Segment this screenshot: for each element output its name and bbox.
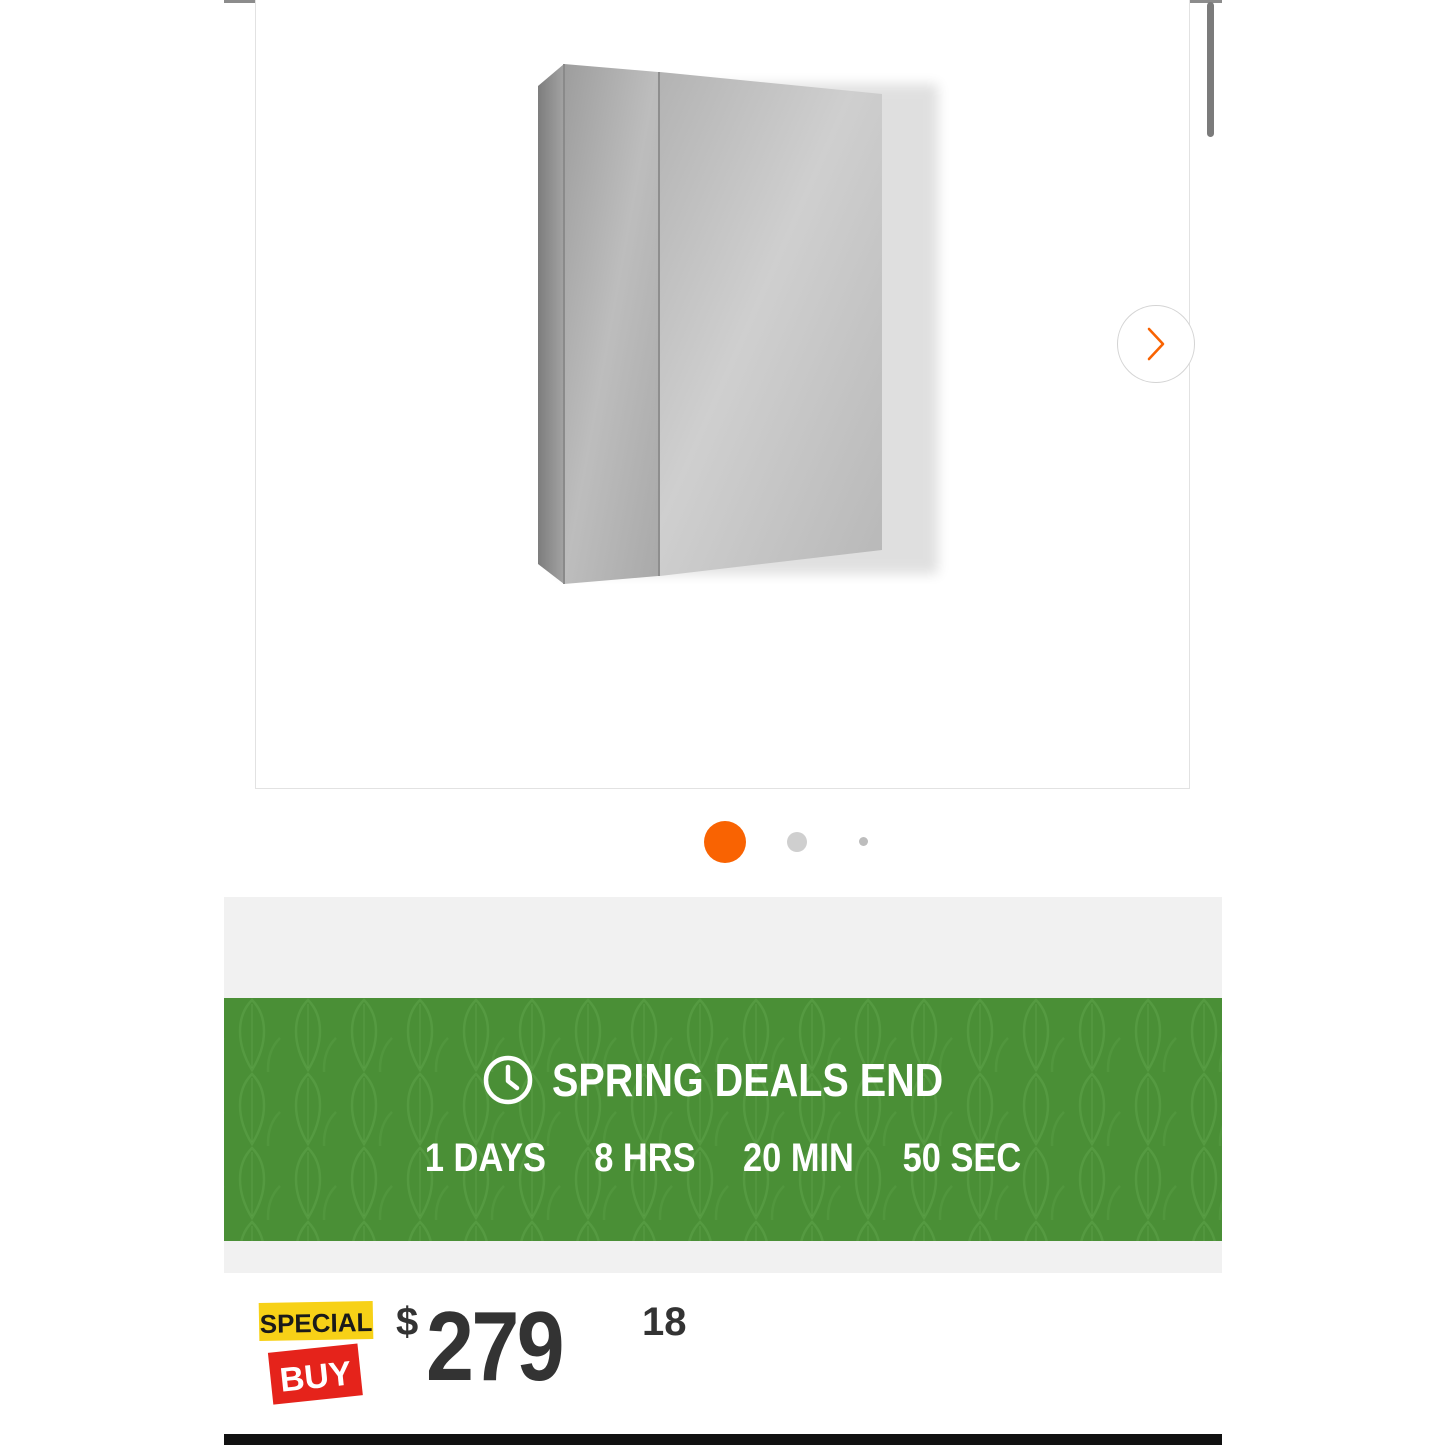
- gallery-pagination: [224, 818, 1222, 864]
- badge-buy-text: BUY: [278, 1354, 354, 1399]
- clock-icon: [483, 1055, 532, 1105]
- countdown-days: 1 DAYS: [425, 1136, 547, 1180]
- price-dollars: 279: [426, 1291, 565, 1401]
- pagination-dot[interactable]: [859, 837, 868, 846]
- product-image-gallery[interactable]: [255, 0, 1195, 789]
- countdown-minutes: 20 MIN: [742, 1136, 854, 1180]
- price-currency: $: [396, 1300, 419, 1344]
- next-image-button[interactable]: [1117, 305, 1195, 383]
- product-image-medicine-cabinet[interactable]: [538, 64, 958, 584]
- countdown-timer: 1 DAYS 8 HRS 20 MIN 50 SEC: [224, 1136, 1222, 1186]
- section-spacer: [224, 897, 1222, 998]
- special-buy-badge: SPECIAL BUY: [258, 1301, 374, 1405]
- pagination-dot-active[interactable]: [704, 821, 746, 863]
- scrollbar[interactable]: [1207, 2, 1214, 137]
- promo-title: SPRING DEALS END: [551, 1054, 943, 1106]
- bottom-divider: [224, 1434, 1222, 1445]
- promo-title-row: SPRING DEALS END: [224, 1050, 1222, 1110]
- section-spacer: [224, 1241, 1222, 1273]
- product-page-screen: SPRING DEALS END 1 DAYS 8 HRS 20 MIN 50 …: [224, 0, 1222, 1445]
- pagination-dot[interactable]: [787, 832, 807, 852]
- badge-special-text: SPECIAL: [259, 1307, 372, 1339]
- price-cents: 18: [642, 1300, 687, 1344]
- promo-countdown-banner: SPRING DEALS END 1 DAYS 8 HRS 20 MIN 50 …: [224, 998, 1222, 1241]
- countdown-hours: 8 HRS: [594, 1136, 696, 1180]
- chevron-right-icon: [1147, 327, 1165, 361]
- leaf-pattern-background: [224, 998, 1222, 1241]
- countdown-seconds: 50 SEC: [902, 1136, 1022, 1180]
